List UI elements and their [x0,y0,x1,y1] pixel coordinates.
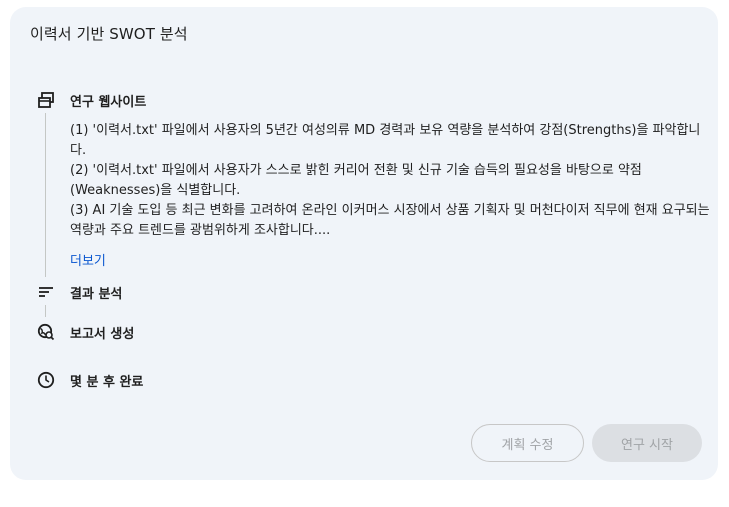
globe-search-icon [36,322,56,342]
step-label: 보고서 생성 [70,327,135,342]
show-more-link[interactable]: 더보기 [70,250,106,269]
browser-windows-icon [36,90,56,110]
sort-lines-icon [36,282,56,302]
step-label: 결과 분석 [70,287,123,302]
edit-plan-button[interactable]: 계획 수정 [471,424,584,462]
plan-step-line: (2) '이력서.txt' 파일에서 사용자가 스스로 밝힌 커리어 전환 및 … [70,163,642,198]
plan-step-line: (3) AI 기술 도입 등 최근 변화를 고려하여 온라인 이커머스 시장에서… [70,203,710,238]
clock-icon [36,370,56,390]
step-connector [45,305,46,317]
step-label: 연구 웹사이트 [70,95,147,110]
card-title: 이력서 기반 SWOT 분석 [30,25,188,43]
step-connector [45,113,46,277]
start-research-button[interactable]: 연구 시작 [592,424,702,462]
plan-description: (1) '이력서.txt' 파일에서 사용자의 5년간 여성의류 MD 경력과 … [70,121,710,241]
plan-step-line: (1) '이력서.txt' 파일에서 사용자의 5년간 여성의류 MD 경력과 … [70,123,701,158]
step-label: 몇 분 후 완료 [70,375,144,390]
research-plan-card: 이력서 기반 SWOT 분석 연구 웹사이트 (1) '이력서.txt' 파일에… [10,7,718,480]
